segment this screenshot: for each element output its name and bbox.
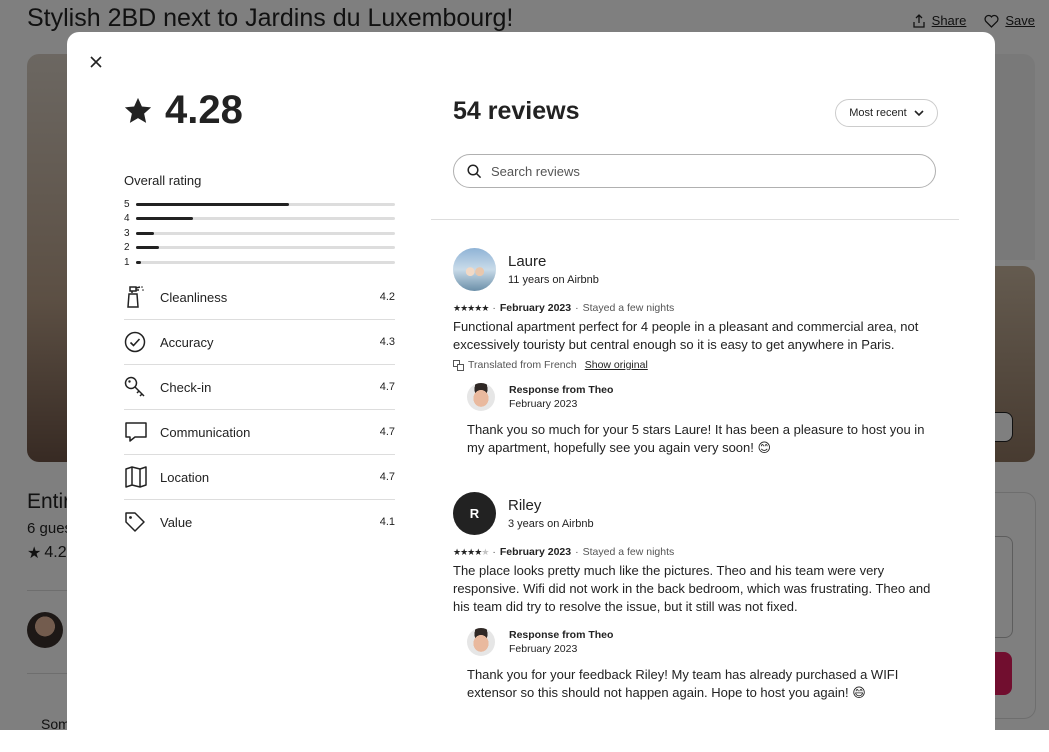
response-date: February 2023 [509,398,578,410]
category-row: Check-in 4.7 [124,365,395,410]
distribution-track [136,231,395,235]
reviewer-avatar[interactable]: R [453,492,496,535]
review-stars: ★★★★★ [453,546,489,558]
review-stay: Stayed a few nights [582,302,675,314]
reviewer-avatar[interactable] [453,248,496,291]
check-circle-icon [124,331,160,353]
category-label: Communication [160,424,251,440]
category-label: Accuracy [160,334,214,350]
reviews-modal: 4.28 Overall rating 5 4 3 2 1 Cleanliness 4.2… [67,32,995,752]
overall-rating-label: Overall rating [124,173,202,188]
distribution-track [136,217,395,221]
map-icon [124,466,160,488]
distribution-star-label: 3 [124,227,130,239]
key-icon [124,376,160,398]
distribution-fill [136,231,155,235]
review-text: The place looks pretty much like the pic… [453,563,931,614]
distribution-row: 1 [124,255,395,270]
overall-score-value: 4.28 [165,88,243,132]
category-row: Location 4.7 [124,455,395,500]
dot-separator: · [492,546,496,558]
category-value: 4.7 [379,381,395,393]
search-reviews-input[interactable] [489,162,913,180]
review-text: Functional apartment perfect for 4 peopl… [453,319,919,352]
category-value: 4.1 [379,516,395,528]
tag-icon [124,511,160,533]
review-date: February 2023 [499,546,572,558]
review-stay: Stayed a few nights [582,546,675,558]
chat-bubble-icon [124,421,160,443]
distribution-row: 3 [124,226,395,241]
distribution-fill [136,202,289,206]
category-value: 4.7 [379,426,395,438]
close-icon [90,56,102,68]
distribution-star-label: 1 [124,256,130,268]
category-ratings: Cleanliness 4.2 Accuracy 4.3 Check-in 4.7 Comm… [124,275,395,544]
response-title: Response from Theo [509,384,614,396]
host-response: Response from Theo February 2023 Thank y… [467,383,943,457]
search-reviews-field[interactable] [453,154,936,188]
dot-separator: · [575,302,579,314]
spray-bottle-icon [124,285,160,309]
response-text: Thank you so much for your 5 stars Laure… [467,422,925,455]
distribution-star-label: 2 [124,242,130,254]
dot-separator: · [492,302,496,314]
translated-label: Translated from French [468,359,577,371]
star-icon [124,97,152,123]
response-text: Thank you for your feedback Riley! My te… [467,667,899,700]
chevron-down-icon [914,109,924,116]
search-icon [467,163,482,178]
star-empty-icon: ★ [481,546,489,557]
distribution-track [136,260,395,264]
category-row: Cleanliness 4.2 [124,275,395,320]
show-original-link[interactable]: Show original [585,359,648,371]
distribution-star-label: 5 [124,198,130,210]
distribution-row: 2 [124,241,395,256]
translate-icon [453,359,464,371]
review-stars: ★★★★★ [453,302,489,314]
sort-label: Most recent [849,107,907,119]
response-date: February 2023 [509,643,578,655]
review-item: Laure 11 years on Airbnb ★★★★★ · Februar… [453,248,943,457]
category-row: Communication 4.7 [124,410,395,455]
distribution-track [136,246,395,250]
translation-note: Translated from French Show original [453,359,943,371]
reviews-count-title: 54 reviews [453,97,580,125]
distribution-fill [136,260,142,264]
reviewer-tenure: 3 years on Airbnb [508,518,594,530]
reviewer-tenure: 11 years on Airbnb [508,274,599,286]
dot-separator: · [575,546,579,558]
response-title: Response from Theo [509,629,614,641]
sort-dropdown[interactable]: Most recent [835,99,938,127]
reviewer-name: Laure [508,253,547,270]
category-label: Check-in [160,379,212,395]
reviewer-name: Riley [508,497,542,514]
rating-distribution: 5 4 3 2 1 [124,197,395,270]
distribution-row: 4 [124,212,395,227]
category-label: Location [160,469,210,485]
category-value: 4.3 [379,336,395,348]
distribution-star-label: 4 [124,213,130,225]
distribution-track [136,202,395,206]
overall-score: 4.28 [123,88,243,133]
host-response: Response from Theo February 2023 Thank y… [467,628,943,702]
category-label: Value [160,514,193,530]
review-date: February 2023 [499,302,572,314]
distribution-fill [136,217,193,221]
category-label: Cleanliness [160,289,228,305]
category-row: Accuracy 4.3 [124,320,395,365]
divider [431,219,959,220]
category-row: Value 4.1 [124,500,395,544]
category-value: 4.2 [379,291,395,303]
close-button[interactable] [85,51,107,73]
star-filled-icon: ★ [481,302,489,313]
review-item: R Riley 3 years on Airbnb ★★★★★ · Februa… [453,492,943,702]
category-value: 4.7 [379,471,395,483]
distribution-row: 5 [124,197,395,212]
distribution-fill [136,246,160,250]
host-avatar[interactable] [467,628,495,656]
host-avatar[interactable] [467,383,495,411]
